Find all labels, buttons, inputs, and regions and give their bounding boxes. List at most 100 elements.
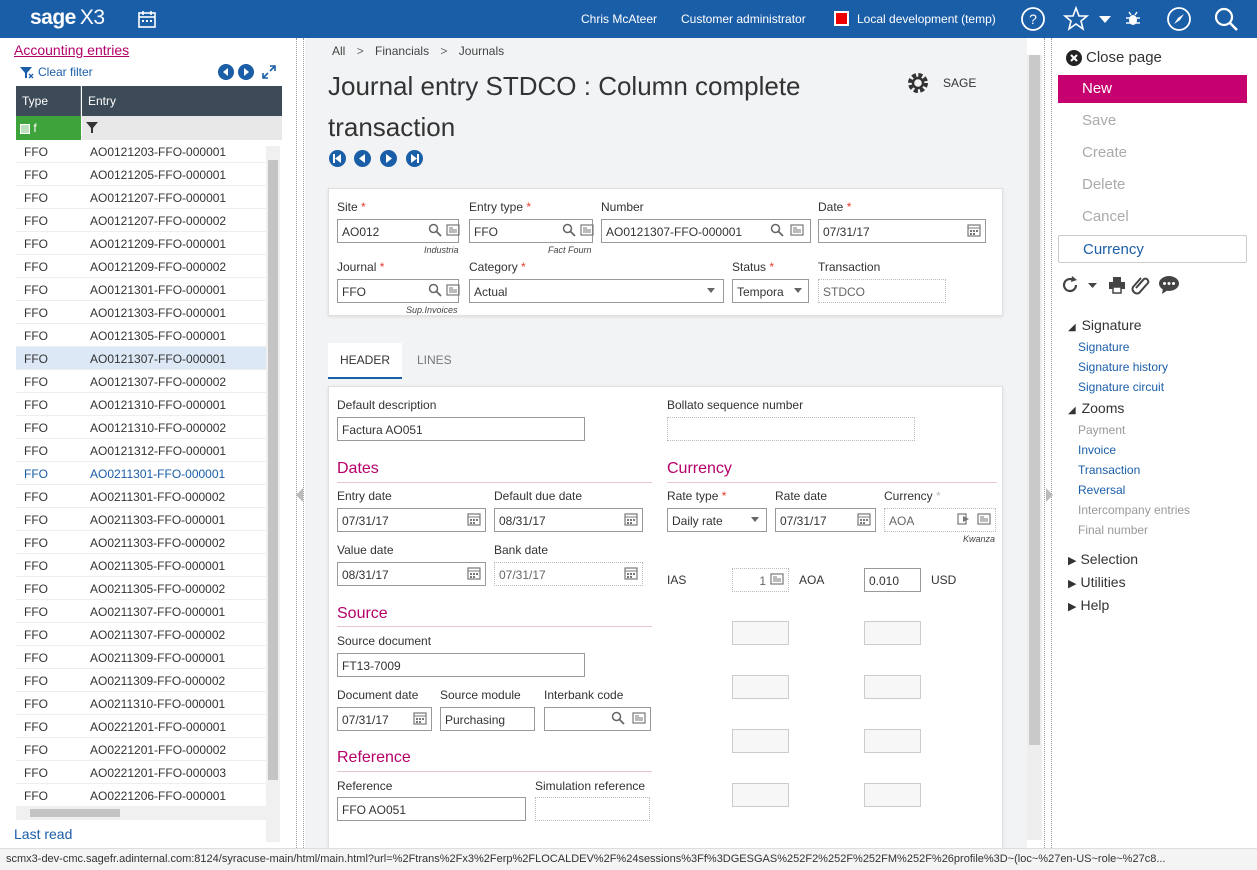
breadcrumb-financials[interactable]: Financials bbox=[375, 44, 429, 58]
table-row[interactable]: FFO AO0221201-FFO-000002 bbox=[16, 738, 266, 761]
table-row[interactable]: FFO AO0121312-FFO-000001 bbox=[16, 439, 266, 462]
ias-rate-field[interactable]: 0.010 bbox=[864, 568, 921, 592]
lookup-icon[interactable] bbox=[446, 283, 460, 297]
scroll-thumb[interactable] bbox=[268, 160, 278, 780]
user-name[interactable]: Chris McAteer bbox=[581, 12, 657, 26]
go-to-icon[interactable] bbox=[957, 512, 971, 526]
table-row[interactable]: FFO AO0121207-FFO-000001 bbox=[16, 186, 266, 209]
breadcrumb-journals[interactable]: Journals bbox=[459, 44, 504, 58]
table-row[interactable]: FFO AO0211301-FFO-000001 bbox=[16, 462, 266, 485]
expand-icon[interactable] bbox=[262, 65, 276, 79]
comment-icon[interactable] bbox=[1158, 275, 1180, 295]
table-row[interactable]: FFO AO0121209-FFO-000002 bbox=[16, 255, 266, 278]
search-icon[interactable] bbox=[428, 283, 442, 297]
previous-icon[interactable] bbox=[218, 64, 234, 80]
table-row[interactable]: FFO AO0121203-FFO-000001 bbox=[16, 140, 266, 163]
delete-button[interactable]: Delete bbox=[1058, 171, 1247, 199]
calendar-icon[interactable] bbox=[857, 512, 871, 526]
table-row[interactable]: FFO AO0121205-FFO-000001 bbox=[16, 163, 266, 186]
col-header-type[interactable]: Type bbox=[16, 86, 81, 116]
signature-link[interactable]: Signature bbox=[1078, 340, 1129, 354]
tab-header[interactable]: HEADER bbox=[328, 343, 403, 379]
table-row[interactable]: FFO AO0211305-FFO-000001 bbox=[16, 554, 266, 577]
chevron-down-icon[interactable] bbox=[704, 283, 718, 297]
breadcrumb-all[interactable]: All bbox=[332, 44, 345, 58]
calendar-icon[interactable] bbox=[467, 566, 481, 580]
help-group-toggle[interactable]: ▶ Help bbox=[1068, 597, 1109, 613]
scroll-thumb[interactable] bbox=[1029, 55, 1040, 745]
table-row[interactable]: FFO AO0221206-FFO-000001 bbox=[16, 784, 266, 807]
table-row[interactable]: FFO AO0211307-FFO-000002 bbox=[16, 623, 266, 646]
signature-circuit-link[interactable]: Signature circuit bbox=[1078, 380, 1164, 394]
right-splitter[interactable] bbox=[1044, 38, 1053, 848]
utilities-group-toggle[interactable]: ▶ Utilities bbox=[1068, 574, 1126, 590]
main-vertical-scrollbar[interactable] bbox=[1027, 55, 1042, 840]
close-page-button[interactable]: Close page bbox=[1086, 49, 1162, 66]
lookup-icon[interactable] bbox=[446, 223, 460, 237]
clear-filter-icon[interactable] bbox=[20, 67, 34, 79]
search-icon[interactable] bbox=[611, 711, 625, 725]
table-row[interactable]: FFO AO0121307-FFO-000002 bbox=[16, 370, 266, 393]
lookup-icon[interactable] bbox=[632, 711, 646, 725]
source-document-field[interactable]: FT13-7009 bbox=[337, 653, 585, 677]
search-icon[interactable] bbox=[562, 223, 576, 237]
chevron-down-icon[interactable] bbox=[791, 283, 805, 297]
last-read-link[interactable]: Last read bbox=[14, 826, 72, 842]
help-icon[interactable]: ? bbox=[1020, 6, 1046, 32]
last-record-icon[interactable] bbox=[406, 150, 423, 167]
grid-vertical-scrollbar[interactable] bbox=[266, 146, 280, 842]
entry-date-field[interactable]: 07/31/17 bbox=[337, 508, 486, 532]
due-date-field[interactable]: 08/31/17 bbox=[494, 508, 643, 532]
next-record-icon[interactable] bbox=[380, 150, 397, 167]
calendar-icon[interactable] bbox=[624, 566, 638, 580]
gear-icon[interactable] bbox=[905, 70, 931, 96]
selection-group-toggle[interactable]: ▶ Selection bbox=[1068, 551, 1138, 567]
tab-lines[interactable]: LINES bbox=[405, 343, 464, 377]
table-row[interactable]: FFO AO0211309-FFO-000002 bbox=[16, 669, 266, 692]
type-filter-cell[interactable]: f bbox=[16, 116, 81, 140]
lookup-icon[interactable] bbox=[580, 223, 594, 237]
previous-record-icon[interactable] bbox=[354, 150, 371, 167]
table-row[interactable]: FFO AO0121310-FFO-000001 bbox=[16, 393, 266, 416]
calendar-icon[interactable] bbox=[467, 512, 481, 526]
clear-filter-link[interactable]: Clear filter bbox=[38, 65, 93, 79]
scroll-thumb[interactable] bbox=[30, 809, 120, 817]
create-button[interactable]: Create bbox=[1058, 139, 1247, 167]
cancel-button[interactable]: Cancel bbox=[1058, 203, 1247, 231]
zoom-link-reversal[interactable]: Reversal bbox=[1078, 483, 1125, 497]
next-icon[interactable] bbox=[238, 64, 254, 80]
table-row[interactable]: FFO AO0221201-FFO-000001 bbox=[16, 715, 266, 738]
chevron-down-icon[interactable] bbox=[1088, 283, 1097, 289]
left-splitter[interactable] bbox=[296, 38, 304, 848]
first-record-icon[interactable] bbox=[329, 150, 346, 167]
col-header-entry[interactable]: Entry bbox=[82, 86, 282, 116]
close-icon[interactable] bbox=[1066, 50, 1082, 66]
save-button[interactable]: Save bbox=[1058, 107, 1247, 135]
calendar-icon[interactable] bbox=[138, 10, 156, 28]
refresh-icon[interactable] bbox=[1060, 275, 1080, 295]
new-button[interactable]: New bbox=[1058, 75, 1247, 103]
left-panel-title[interactable]: Accounting entries bbox=[14, 42, 129, 58]
reference-field[interactable]: FFO AO051 bbox=[337, 797, 526, 821]
calendar-icon[interactable] bbox=[967, 223, 981, 237]
table-row[interactable]: FFO AO0121310-FFO-000002 bbox=[16, 416, 266, 439]
search-icon[interactable] bbox=[1213, 6, 1239, 32]
signature-group-toggle[interactable]: ◢ Signature bbox=[1068, 317, 1142, 333]
category-select[interactable]: Actual bbox=[469, 279, 724, 303]
user-role[interactable]: Customer administrator bbox=[681, 12, 806, 26]
table-row[interactable]: FFO AO0211307-FFO-000001 bbox=[16, 600, 266, 623]
zooms-group-toggle[interactable]: ◢ Zooms bbox=[1068, 400, 1124, 416]
table-row[interactable]: FFO AO0211301-FFO-000002 bbox=[16, 485, 266, 508]
signature-history-link[interactable]: Signature history bbox=[1078, 360, 1168, 374]
table-row[interactable]: FFO AO0211303-FFO-000002 bbox=[16, 531, 266, 554]
table-row[interactable]: FFO AO0211310-FFO-000001 bbox=[16, 692, 266, 715]
compass-icon[interactable] bbox=[1166, 6, 1192, 32]
search-icon[interactable] bbox=[428, 223, 442, 237]
calendar-icon[interactable] bbox=[413, 711, 427, 725]
entry-filter-cell[interactable] bbox=[82, 116, 282, 140]
table-row[interactable]: FFO AO0121301-FFO-000001 bbox=[16, 278, 266, 301]
collapse-left-icon[interactable] bbox=[296, 488, 304, 502]
value-date-field[interactable]: 08/31/17 bbox=[337, 562, 486, 586]
table-row[interactable]: FFO AO0121307-FFO-000001 bbox=[16, 347, 266, 370]
lookup-icon[interactable] bbox=[790, 223, 804, 237]
